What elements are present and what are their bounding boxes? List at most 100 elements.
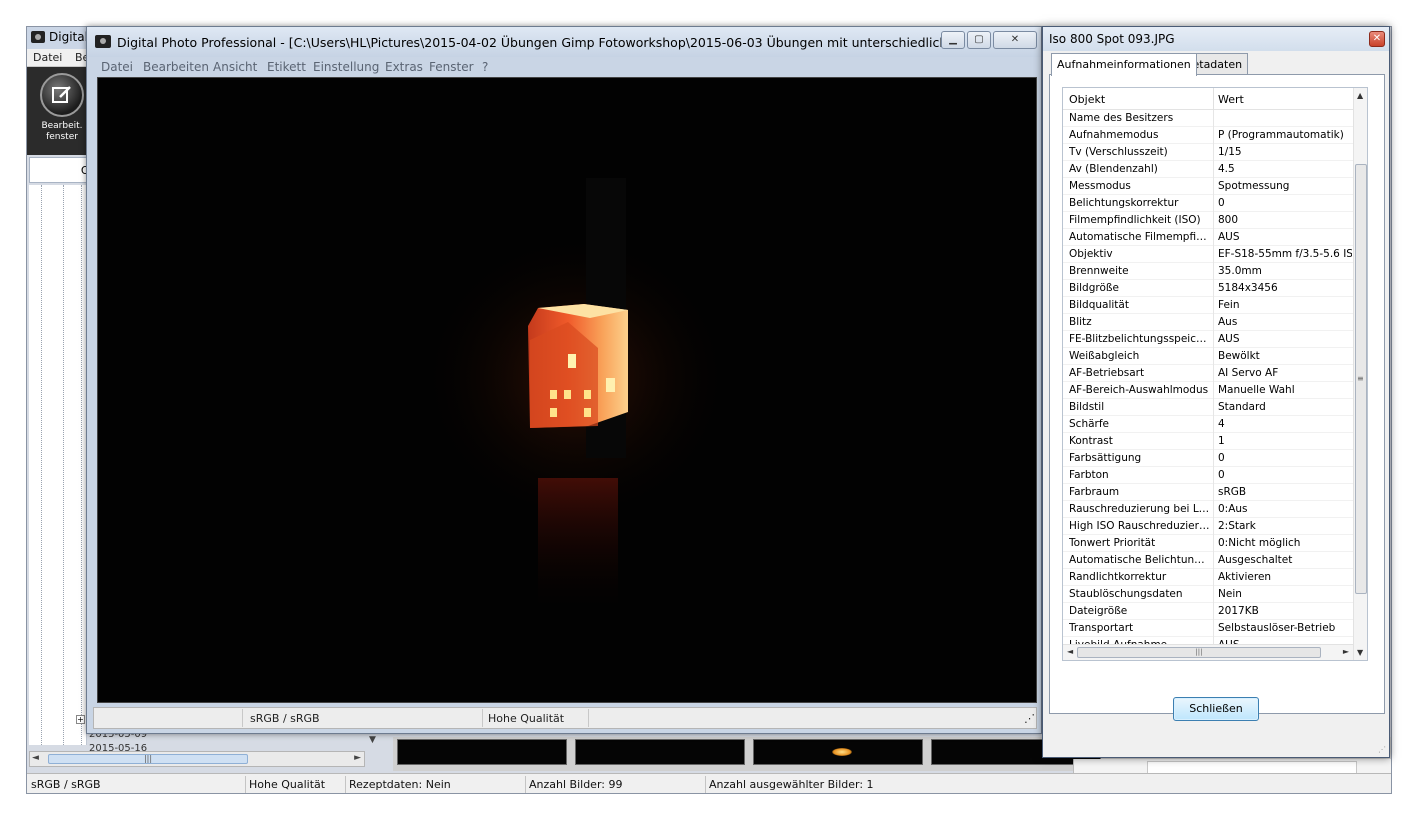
info-table-row[interactable]: Aufnahmemodus P (Programmautomatik) <box>1063 127 1353 144</box>
info-row-object: Bildstil <box>1069 401 1105 413</box>
column-separator <box>1213 314 1214 331</box>
info-table-row[interactable]: AF-Bereich-Auswahlmodus Manuelle Wahl <box>1063 382 1353 399</box>
info-table-row[interactable]: Transportart Selbstauslöser-Betrieb <box>1063 620 1353 637</box>
info-table-vertical-scrollbar[interactable]: ▲ ≡ ▼ <box>1353 88 1367 660</box>
info-table-row[interactable]: Farbton 0 <box>1063 467 1353 484</box>
info-row-object: Staublöschungsdaten <box>1069 588 1183 600</box>
info-table-row[interactable]: AF-Betriebsart AI Servo AF <box>1063 365 1353 382</box>
info-table-row[interactable]: Schärfe 4 <box>1063 416 1353 433</box>
tree-expand-icon[interactable]: + <box>76 715 85 724</box>
thumbnail[interactable] <box>397 739 567 765</box>
scrollbar-thumb[interactable]: ||| <box>1077 647 1321 658</box>
info-row-value: 5184x3456 <box>1218 282 1278 294</box>
info-table-row[interactable]: Brennweite 35.0mm <box>1063 263 1353 280</box>
info-row-object: Rauschreduzierung bei Lan... <box>1069 503 1211 515</box>
tree-horizontal-scrollbar[interactable]: ◄ ||| ► <box>29 751 365 767</box>
column-header-value[interactable]: Wert <box>1218 93 1244 106</box>
info-table-row[interactable]: Objektiv EF-S18-55mm f/3.5-5.6 IS II <box>1063 246 1353 263</box>
info-row-value: Spotmessung <box>1218 180 1290 192</box>
scroll-left-arrow-icon[interactable]: ◄ <box>1067 647 1073 656</box>
close-icon[interactable]: ✕ <box>993 31 1037 49</box>
column-separator <box>1213 161 1214 178</box>
info-row-value: AI Servo AF <box>1218 367 1279 379</box>
minimize-icon[interactable]: ▁ <box>941 31 965 49</box>
info-table-row[interactable]: Tv (Verschlusszeit) 1/15 <box>1063 144 1353 161</box>
scroll-right-arrow-icon[interactable]: ► <box>1343 647 1349 656</box>
editor-menu-view[interactable]: Ansicht <box>213 60 257 74</box>
info-row-value: Selbstauslöser-Betrieb <box>1218 622 1336 634</box>
image-canvas[interactable] <box>97 77 1037 703</box>
column-separator <box>1213 229 1214 246</box>
scroll-left-arrow-icon[interactable]: ◄ <box>32 753 39 763</box>
resize-grip-icon[interactable]: ⋰ <box>1378 745 1386 754</box>
close-button[interactable]: Schließen <box>1173 697 1259 721</box>
info-table-row[interactable]: Filmempfindlichkeit (ISO) 800 <box>1063 212 1353 229</box>
column-header-object[interactable]: Objekt <box>1069 93 1105 106</box>
info-row-value: P (Programmautomatik) <box>1218 129 1344 141</box>
info-row-value: Nein <box>1218 588 1242 600</box>
info-table-row[interactable]: Weißabgleich Bewölkt <box>1063 348 1353 365</box>
column-separator <box>1213 586 1214 603</box>
main-menu-file[interactable]: Datei <box>33 51 62 64</box>
editor-menu-settings[interactable]: Einstellung <box>313 60 379 74</box>
info-table-row[interactable]: Farbraum sRGB <box>1063 484 1353 501</box>
editor-menu-window[interactable]: Fenster <box>429 60 474 74</box>
editor-menu-edit[interactable]: Bearbeiten <box>143 60 209 74</box>
column-separator <box>1213 382 1214 399</box>
info-table-row[interactable]: Dateigröße 2017KB <box>1063 603 1353 620</box>
thumbnail[interactable] <box>575 739 745 765</box>
close-icon[interactable]: ✕ <box>1369 31 1385 47</box>
info-table-row[interactable]: Bildgröße 5184x3456 <box>1063 280 1353 297</box>
camera-icon <box>31 31 45 43</box>
scroll-right-arrow-icon[interactable]: ► <box>354 753 361 763</box>
column-separator <box>1213 467 1214 484</box>
info-table-row[interactable]: Staublöschungsdaten Nein <box>1063 586 1353 603</box>
info-table-row[interactable]: FE-Blitzbelichtungsspeicher... AUS <box>1063 331 1353 348</box>
info-table-row[interactable]: Automatische Filmempfindli... AUS <box>1063 229 1353 246</box>
info-table-row[interactable]: Bildqualität Fein <box>1063 297 1353 314</box>
scroll-down-arrow-icon[interactable]: ▼ <box>1357 648 1363 657</box>
maximize-icon[interactable]: ▢ <box>967 31 991 49</box>
editor-menu-label[interactable]: Etikett <box>267 60 306 74</box>
tree-guide-line <box>41 185 42 745</box>
info-table[interactable]: Objekt Wert Name des Besitzers Aufnahmemo… <box>1062 87 1368 661</box>
info-row-object: Filmempfindlichkeit (ISO) <box>1069 214 1201 226</box>
info-row-object: Automatische Filmempfindli... <box>1069 231 1211 243</box>
column-separator <box>1213 535 1214 552</box>
info-table-row[interactable]: Messmodus Spotmessung <box>1063 178 1353 195</box>
folder-tree[interactable] <box>29 185 87 745</box>
editor-menu-help[interactable]: ? <box>482 60 488 74</box>
info-table-row[interactable]: Automatische Belichtungso... Ausgeschalte… <box>1063 552 1353 569</box>
info-table-horizontal-scrollbar[interactable]: ◄ ||| ► <box>1063 644 1353 660</box>
edit-window-button[interactable]: Bearbeit. fenster <box>37 73 87 151</box>
scroll-up-arrow-icon[interactable]: ▲ <box>1357 91 1363 100</box>
editor-titlebar[interactable]: Digital Photo Professional - [C:\Users\H… <box>87 27 1041 57</box>
info-dialog-titlebar[interactable]: Iso 800 Spot 093.JPG ✕ <box>1043 27 1389 51</box>
info-table-row[interactable]: Kontrast 1 <box>1063 433 1353 450</box>
info-table-row[interactable]: Belichtungskorrektur 0 <box>1063 195 1353 212</box>
column-separator <box>1213 348 1214 365</box>
tab-shooting-info[interactable]: Aufnahmeinformationen <box>1051 53 1197 76</box>
info-table-row[interactable]: Rauschreduzierung bei Lan... 0:Aus <box>1063 501 1353 518</box>
column-separator <box>1213 501 1214 518</box>
column-separator <box>1213 399 1214 416</box>
info-row-object: Kontrast <box>1069 435 1113 447</box>
info-table-row[interactable]: Bildstil Standard <box>1063 399 1353 416</box>
scroll-down-arrow-icon[interactable]: ▼ <box>369 735 376 745</box>
info-table-row[interactable]: High ISO Rauschreduzierung 2:Stark <box>1063 518 1353 535</box>
tree-guide-line <box>81 185 82 745</box>
thumbnail[interactable] <box>753 739 923 765</box>
editor-menu-extras[interactable]: Extras <box>385 60 423 74</box>
scrollbar-thumb[interactable]: ||| <box>48 754 248 764</box>
editor-menu-file[interactable]: Datei <box>101 60 133 74</box>
info-table-row[interactable]: Av (Blendenzahl) 4.5 <box>1063 161 1353 178</box>
info-row-value: 0 <box>1218 469 1225 481</box>
info-table-row[interactable]: Blitz Aus <box>1063 314 1353 331</box>
column-separator <box>1213 569 1214 586</box>
info-table-row[interactable]: Name des Besitzers <box>1063 110 1353 127</box>
info-row-object: Blitz <box>1069 316 1092 328</box>
info-table-row[interactable]: Farbsättigung 0 <box>1063 450 1353 467</box>
info-table-row[interactable]: Tonwert Priorität 0:Nicht möglich <box>1063 535 1353 552</box>
resize-grip-icon[interactable]: ⋰ <box>1024 712 1035 725</box>
info-table-row[interactable]: Randlichtkorrektur Aktivieren <box>1063 569 1353 586</box>
